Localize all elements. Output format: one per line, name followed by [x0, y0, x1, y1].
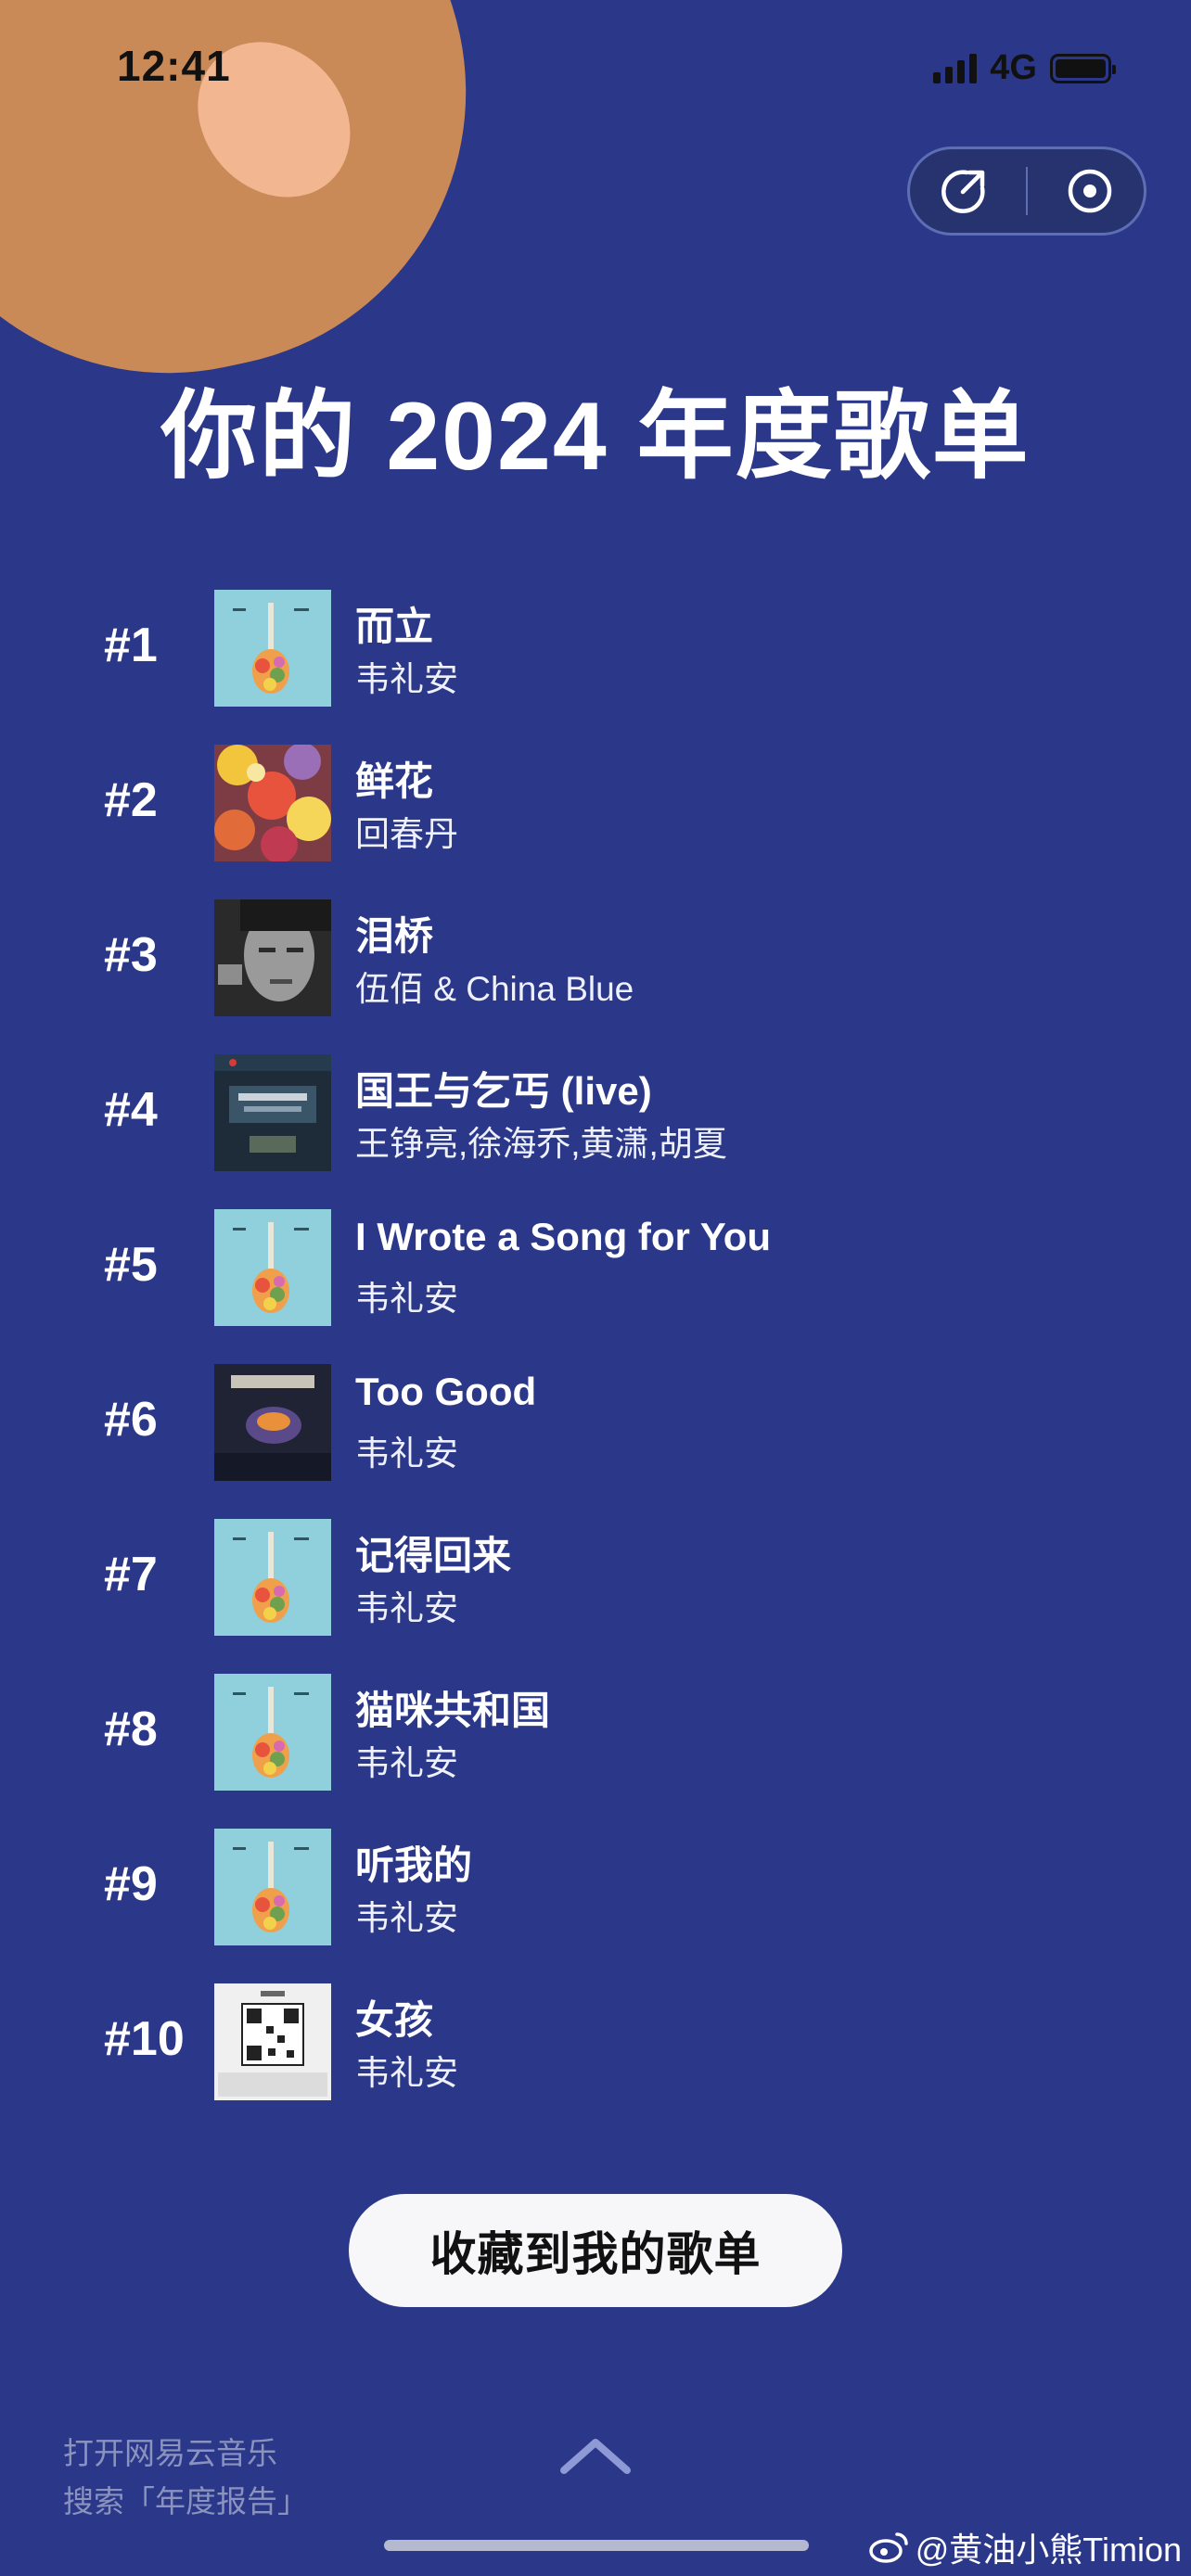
- album-cover[interactable]: [214, 1674, 331, 1791]
- battery-icon: [1050, 53, 1116, 83]
- track-rank: #7: [104, 1548, 158, 1601]
- track-artist: 韦礼安: [355, 1589, 458, 1627]
- track-title: 女孩: [355, 1998, 434, 2042]
- track-row[interactable]: #1 而立韦礼安: [0, 590, 1191, 707]
- guitar-cover-art: [214, 590, 331, 707]
- track-artist: 韦礼安: [355, 2054, 458, 2092]
- track-rank: #3: [104, 928, 158, 982]
- signal-icon: [933, 53, 978, 83]
- track-row[interactable]: #9 听我的韦礼安: [0, 1829, 1191, 1945]
- album-cover[interactable]: [214, 745, 331, 861]
- track-title: 记得回来: [355, 1534, 512, 1577]
- track-title: I Wrote a Song for You: [355, 1215, 772, 1258]
- track-row[interactable]: #4 国王与乞丐 (live) 王铮亮,徐海乔,黄潇,胡夏: [0, 1054, 1191, 1171]
- track-rank: #6: [104, 1393, 158, 1447]
- track-row[interactable]: #6 Too Good 韦礼安: [0, 1364, 1191, 1481]
- album-cover[interactable]: [214, 1983, 331, 2100]
- track-title: 听我的: [355, 1843, 473, 1887]
- track-title: 猫咪共和国: [355, 1689, 551, 1732]
- mini-program-capsule: [907, 147, 1146, 236]
- track-artist: 回春丹: [355, 815, 458, 853]
- hint-line-1: 打开网易云音乐: [63, 2436, 277, 2470]
- guitar-cover-art: [214, 1519, 331, 1636]
- track-artist: 韦礼安: [355, 1280, 458, 1318]
- track-rank: #9: [104, 1857, 158, 1911]
- track-rank: #5: [104, 1238, 158, 1292]
- album-cover[interactable]: [214, 1054, 331, 1171]
- page-title: 你的 2024 年度歌单: [160, 383, 1031, 491]
- track-row[interactable]: #10 女孩韦礼安: [0, 1983, 1191, 2100]
- track-artist: 王铮亮,徐海乔,黄潇,胡夏: [355, 1125, 727, 1163]
- portrait-cover-art: [214, 899, 331, 1016]
- show-cover-art: [214, 1054, 331, 1171]
- weibo-icon: [869, 2532, 908, 2563]
- guitar-cover-art: [214, 1209, 331, 1326]
- track-row[interactable]: #8 猫咪共和国韦礼安: [0, 1674, 1191, 1791]
- share-button[interactable]: [919, 158, 1008, 224]
- track-artist: 韦礼安: [355, 1435, 458, 1473]
- open-app-hint: 打开网易云音乐 搜索「年度报告」: [63, 2429, 308, 2526]
- share-icon: [941, 170, 985, 213]
- album-cover[interactable]: [214, 590, 331, 707]
- weibo-watermark: @黄油小熊Timion: [869, 2523, 1182, 2571]
- track-row[interactable]: #3 泪桥伍佰 & China Blue: [0, 899, 1191, 1016]
- track-artist: 韦礼安: [355, 1899, 458, 1937]
- album-cover[interactable]: [214, 1209, 331, 1326]
- network-label: 4G: [990, 48, 1037, 87]
- status-icons: 4G: [933, 48, 1116, 88]
- track-rank: #8: [104, 1702, 158, 1756]
- too-good-cover-art: [214, 1364, 331, 1481]
- capsule-divider: [1025, 167, 1028, 215]
- record-icon: [1069, 169, 1112, 213]
- hint-line-2: 搜索「年度报告」: [63, 2484, 308, 2519]
- watermark-text: @黄油小熊Timion: [915, 2531, 1182, 2569]
- track-artist: 韦礼安: [355, 660, 458, 698]
- track-title: 而立: [355, 605, 434, 648]
- album-cover[interactable]: [214, 1364, 331, 1481]
- album-cover[interactable]: [214, 1829, 331, 1945]
- save-to-playlist-button[interactable]: 收藏到我的歌单: [349, 2194, 842, 2307]
- home-indicator[interactable]: [384, 2540, 809, 2551]
- track-row[interactable]: #5 I Wrote a Song for You 韦礼安: [0, 1209, 1191, 1326]
- status-time: 12:41: [117, 42, 231, 90]
- guitar-cover-art: [214, 1674, 331, 1791]
- track-title: 泪桥: [355, 914, 434, 958]
- track-title: 鲜花: [355, 759, 434, 803]
- album-cover[interactable]: [214, 1519, 331, 1636]
- album-cover[interactable]: [214, 899, 331, 1016]
- track-title: 国王与乞丐 (live): [355, 1069, 652, 1113]
- track-row[interactable]: #2 鲜花回春丹: [0, 745, 1191, 861]
- qr-cover-art: [214, 1983, 331, 2100]
- record-button[interactable]: [1045, 158, 1134, 224]
- track-rank: #2: [104, 773, 158, 827]
- track-rank: #10: [104, 2012, 185, 2066]
- track-artist: 韦礼安: [355, 1744, 458, 1782]
- track-rank: #1: [104, 618, 158, 672]
- track-title: Too Good: [355, 1370, 537, 1413]
- chevron-up-icon[interactable]: [557, 2433, 634, 2478]
- flowers-cover-art: [214, 745, 331, 861]
- guitar-cover-art: [214, 1829, 331, 1945]
- track-rank: #4: [104, 1083, 158, 1137]
- year-report-screen: 12:41 4G 你的 2024 年度歌单 #1 而立 韦礼安 #2 鲜花 回春…: [0, 0, 1191, 2576]
- track-row[interactable]: #7 记得回来韦礼安: [0, 1519, 1191, 1636]
- track-artist: 伍佰 & China Blue: [355, 970, 634, 1008]
